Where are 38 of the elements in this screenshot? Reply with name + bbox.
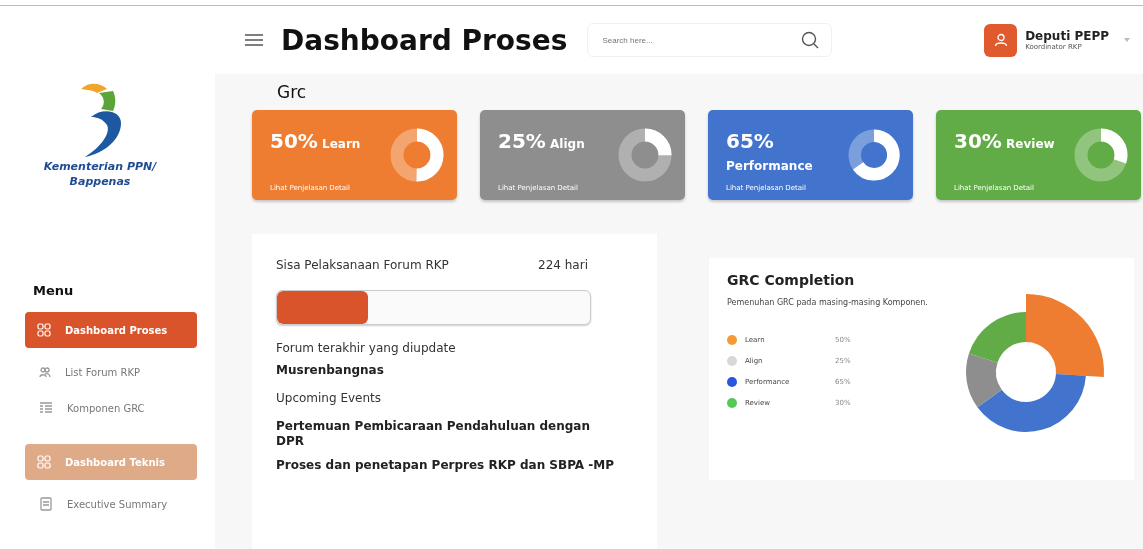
- card-subtitle: Pemenuhan GRC pada masing-masing Komponen.: [727, 298, 928, 307]
- search-field[interactable]: Search here...: [587, 23, 833, 57]
- list-icon: [39, 401, 53, 416]
- last-forum-name: Musrenbangnas: [276, 363, 385, 378]
- search-input[interactable]: Search here...: [600, 34, 802, 46]
- donut-icon: [617, 127, 673, 183]
- menu-link[interactable]: Komponen GRC: [25, 390, 215, 427]
- forum-label: Sisa Pelaksanaan Forum RKP: [276, 258, 449, 272]
- event-name: Pertemuan Pembicaraan Pendahuluan dengan DPR: [276, 419, 591, 449]
- logo-text: Kementerian PPN/: [43, 161, 157, 174]
- last-forum-label: Forum terakhir yang diupdate: [276, 341, 457, 355]
- user-name: Deputi PEPP: [1025, 29, 1109, 43]
- event-name: Proses dan penetapan Perpres RKP dan SBPA -MP: [276, 458, 616, 473]
- days-remaining: 224 hari: [538, 258, 588, 272]
- stat-value: 30% Review: [954, 130, 1055, 152]
- donut-icon: [846, 127, 901, 183]
- donut-icon: [1073, 127, 1129, 183]
- search-icon[interactable]: [801, 31, 820, 49]
- donut-icon: [389, 127, 445, 183]
- page-title: Dashboard Proses: [281, 23, 568, 57]
- menu-section-button[interactable]: Dashboard Proses: [25, 312, 197, 349]
- stat-value: 65% Performance: [726, 130, 814, 174]
- section-title: Grc: [277, 82, 308, 102]
- card-title: GRC Completion: [727, 272, 856, 288]
- menu-link[interactable]: Executive Summary: [25, 486, 215, 523]
- people-icon: [39, 366, 51, 379]
- stat-value: 25% Align: [498, 130, 585, 152]
- grid-icon: [37, 323, 51, 338]
- menu-link[interactable]: List Forum RKP: [25, 354, 215, 391]
- grid-icon: [37, 455, 51, 470]
- document-icon: [39, 497, 53, 512]
- menu-icon[interactable]: [245, 34, 263, 46]
- upcoming-label: Upcoming Events: [276, 391, 383, 406]
- stat-value: 50% Learn: [270, 130, 361, 152]
- user-avatar[interactable]: [984, 23, 1018, 57]
- menu-title: Menu: [33, 283, 75, 299]
- menu-section-button[interactable]: Dashboard Teknis: [25, 444, 197, 481]
- logo-text: Bappenas: [69, 175, 131, 189]
